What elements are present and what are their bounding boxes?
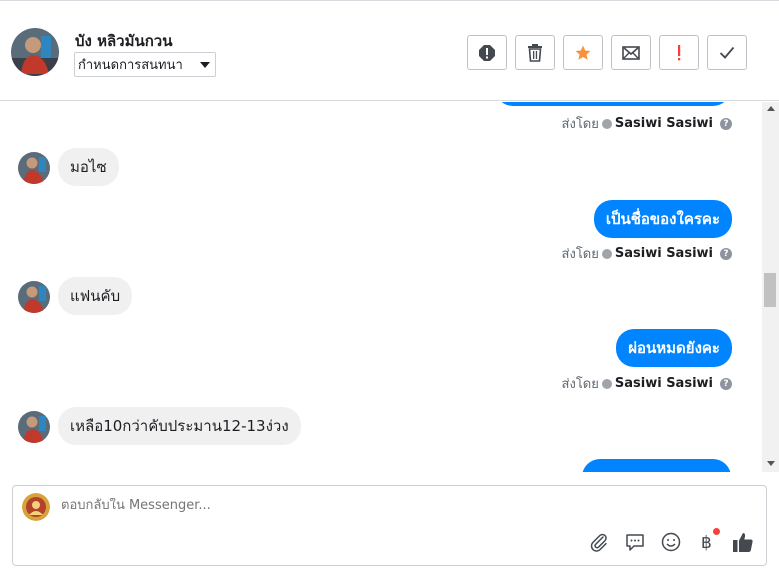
star-icon	[575, 45, 591, 60]
conversation-header: บัง หลิวมันกวน กำหนดการสนทนา	[0, 1, 779, 101]
scroll-up-icon[interactable]	[767, 106, 775, 111]
notification-dot	[713, 528, 720, 535]
scroll-down-icon[interactable]	[767, 461, 775, 466]
thread-scrollbar[interactable]	[762, 102, 779, 472]
outgoing-message-partial	[495, 102, 731, 106]
contact-avatar-small	[18, 152, 50, 184]
messenger-conversation: บัง หลิวมันกวน กำหนดการสนทนา ส่งโดย Sasi…	[0, 0, 779, 575]
alert-circle-icon	[479, 44, 495, 61]
assign-conversation-label: กำหนดการสนทนา	[78, 58, 183, 73]
sent-by-line: ส่งโดย Sasiwi Sasiwi ?	[562, 373, 732, 394]
composer-tools: ฿	[588, 528, 754, 553]
assign-conversation-dropdown[interactable]: กำหนดการสนทนา	[74, 52, 216, 77]
caret-down-icon	[200, 62, 210, 68]
sender-name: Sasiwi Sasiwi	[614, 246, 713, 261]
baht-payment-icon: ฿	[701, 533, 712, 552]
sent-by-label: ส่งโดย	[561, 247, 599, 262]
conversation-actions	[467, 35, 747, 70]
contact-avatar-small	[18, 281, 50, 313]
envelope-icon	[622, 45, 640, 60]
verified-icon	[601, 118, 612, 129]
message-thread[interactable]: ส่งโดย Sasiwi Sasiwi ? มอไซ เป็นชื่อของใ…	[0, 102, 779, 472]
outgoing-message: ผ่อนหมดยังคะ	[616, 329, 732, 367]
scroll-thumb[interactable]	[764, 273, 776, 307]
trash-icon	[528, 43, 542, 62]
attach-button[interactable]	[588, 531, 610, 553]
verified-icon	[601, 248, 612, 259]
help-icon[interactable]: ?	[720, 377, 732, 390]
sent-by-line: ส่งโดย Sasiwi Sasiwi ?	[562, 243, 732, 264]
incoming-message: มอไซ	[58, 148, 119, 186]
saved-reply-icon	[626, 533, 644, 551]
mark-spam-button[interactable]	[467, 35, 507, 70]
exclamation-icon	[678, 44, 681, 60]
emoji-icon	[661, 532, 681, 552]
emoji-button[interactable]	[660, 531, 682, 553]
thumbs-up-icon	[733, 533, 753, 552]
mark-unread-button[interactable]	[611, 35, 651, 70]
sent-by-label: ส่งโดย	[561, 377, 599, 392]
payment-button[interactable]: ฿	[696, 528, 720, 553]
contact-name[interactable]: บัง หลิวมันกวน	[75, 29, 172, 53]
svg-text:฿: ฿	[701, 533, 712, 552]
page-avatar	[22, 493, 50, 521]
outgoing-message: เป็นชื่อของใครคะ	[593, 200, 732, 238]
attach-icon	[590, 533, 607, 552]
follow-up-button[interactable]	[659, 35, 699, 70]
star-button[interactable]	[563, 35, 603, 70]
reply-composer: ฿	[12, 485, 767, 566]
contact-avatar[interactable]	[11, 28, 59, 76]
incoming-message: แฟนคับ	[58, 277, 133, 315]
send-like-button[interactable]	[732, 531, 754, 553]
sender-name: Sasiwi Sasiwi	[614, 376, 713, 391]
help-icon[interactable]: ?	[720, 117, 732, 130]
sent-by-line: ส่งโดย Sasiwi Sasiwi ?	[562, 113, 732, 134]
contact-avatar-small	[18, 411, 50, 443]
delete-button[interactable]	[515, 35, 555, 70]
sender-name: Sasiwi Sasiwi	[614, 116, 713, 131]
check-icon	[719, 46, 735, 59]
verified-icon	[601, 378, 612, 389]
saved-reply-button[interactable]	[624, 531, 646, 553]
reply-input[interactable]	[61, 498, 581, 513]
sent-by-label: ส่งโดย	[561, 117, 599, 132]
incoming-message: เหลือ10กว่าคับประมาน12-13ง่วง	[58, 407, 301, 445]
outgoing-message-partial	[582, 459, 731, 472]
help-icon[interactable]: ?	[720, 247, 732, 260]
mark-done-button[interactable]	[707, 35, 747, 70]
